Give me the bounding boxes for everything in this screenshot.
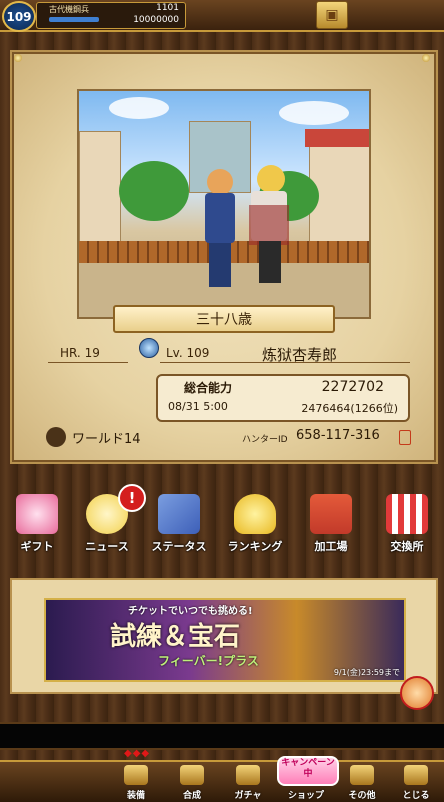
character-figure	[249, 165, 289, 283]
mascot-icon[interactable]	[400, 676, 434, 710]
nav-label: ガチャ	[234, 791, 262, 801]
gift-icon	[16, 494, 58, 534]
event-top-text: チケットでいつでも挑める!	[128, 606, 253, 617]
hunter-rank: HR. 19	[60, 346, 100, 360]
nail-icon	[422, 54, 430, 62]
copy-icon[interactable]	[399, 430, 411, 445]
currency-2-value: 10000000	[133, 15, 179, 25]
sword-icon	[124, 765, 148, 785]
nav-synthesis[interactable]: 合成	[164, 764, 220, 802]
world-icon	[46, 427, 66, 447]
currency-1-value: 1101	[156, 3, 179, 13]
exchange-label: 交換所	[390, 540, 424, 553]
gift-button[interactable]: ギフト	[0, 490, 74, 560]
main-menu-row: ギフト ニュース ステータス ランキング 加工場 交換所	[0, 490, 444, 560]
power-label: 総合能力	[184, 381, 233, 395]
close-icon	[404, 765, 428, 785]
hunter-id-value: 658-117-316	[296, 428, 380, 443]
power-rank: 2476464(1266位)	[301, 402, 398, 415]
nail-icon	[14, 54, 22, 62]
divider	[48, 362, 128, 363]
world-label: ワールド14	[72, 432, 141, 447]
title-text: 古代機鋼兵	[49, 5, 89, 14]
nav-label: ショップ	[287, 791, 324, 801]
event-date-text: 9/1(金)23:59まで	[333, 668, 400, 677]
trophy-icon	[234, 494, 276, 534]
power-value: 2272702	[321, 379, 384, 395]
character-figure	[201, 169, 237, 287]
nav-label: 合成	[182, 791, 201, 801]
nav-label: その他	[348, 791, 376, 801]
page-indicator: ◆◆◆	[124, 748, 151, 759]
age-title-plate: 三十八歳	[113, 305, 335, 333]
nav-other[interactable]: その他	[334, 764, 390, 802]
event-main-text: 試練＆宝石	[110, 622, 241, 652]
power-date: 08/31 5:00	[168, 400, 228, 413]
book-icon	[158, 494, 200, 534]
ranking-label: ランキング	[227, 540, 283, 553]
divider	[160, 362, 410, 363]
chat-bar[interactable]	[0, 722, 444, 750]
status-button[interactable]: ステータス	[142, 490, 216, 560]
menu-chest-icon[interactable]: ▣	[316, 1, 348, 29]
status-label: ステータス	[151, 540, 207, 553]
nav-equipment[interactable]: 装備	[108, 764, 164, 802]
news-label: ニュース	[85, 540, 129, 553]
xp-bar	[49, 17, 99, 22]
gacha-icon	[236, 765, 260, 785]
workshop-label: 加工場	[314, 540, 348, 553]
player-level: Lv. 109	[166, 346, 210, 360]
character-scene-image[interactable]	[77, 89, 371, 319]
bottom-nav: 装備 合成 ガチャ ショップ その他 とじる	[0, 760, 444, 802]
shop-stall-icon	[386, 494, 428, 534]
campaign-badge[interactable]: キャンペーン中	[277, 756, 339, 786]
event-sub-text: フィーバー!プラス	[158, 654, 259, 668]
event-banner[interactable]: チケットでいつでも挑める! 試練＆宝石 フィーバー!プラス 9/1(金)23:5…	[44, 598, 406, 682]
gear-icon	[350, 765, 374, 785]
power-panel: 総合能力 2272702 08/31 5:00 2476464(1266位)	[156, 374, 410, 422]
top-status-bar: 109 古代機鋼兵 1101 10000000 ▣	[0, 0, 444, 32]
gift-label: ギフト	[20, 540, 54, 553]
gem-icon	[139, 338, 159, 358]
level-badge[interactable]: 109	[2, 1, 36, 32]
title-panel[interactable]: 古代機鋼兵 1101 10000000	[36, 2, 186, 29]
hunter-id-label: ハンターID	[242, 435, 288, 445]
ranking-button[interactable]: ランキング	[218, 490, 292, 560]
news-notification-badge: !	[118, 484, 146, 512]
anvil-icon	[310, 494, 352, 534]
nav-gacha[interactable]: ガチャ	[220, 764, 276, 802]
hammer-icon	[180, 765, 204, 785]
workshop-button[interactable]: 加工場	[294, 490, 368, 560]
nav-label: 装備	[126, 791, 145, 801]
exchange-button[interactable]: 交換所	[370, 490, 444, 560]
nav-close[interactable]: とじる	[388, 764, 444, 802]
nav-label: とじる	[402, 791, 430, 801]
